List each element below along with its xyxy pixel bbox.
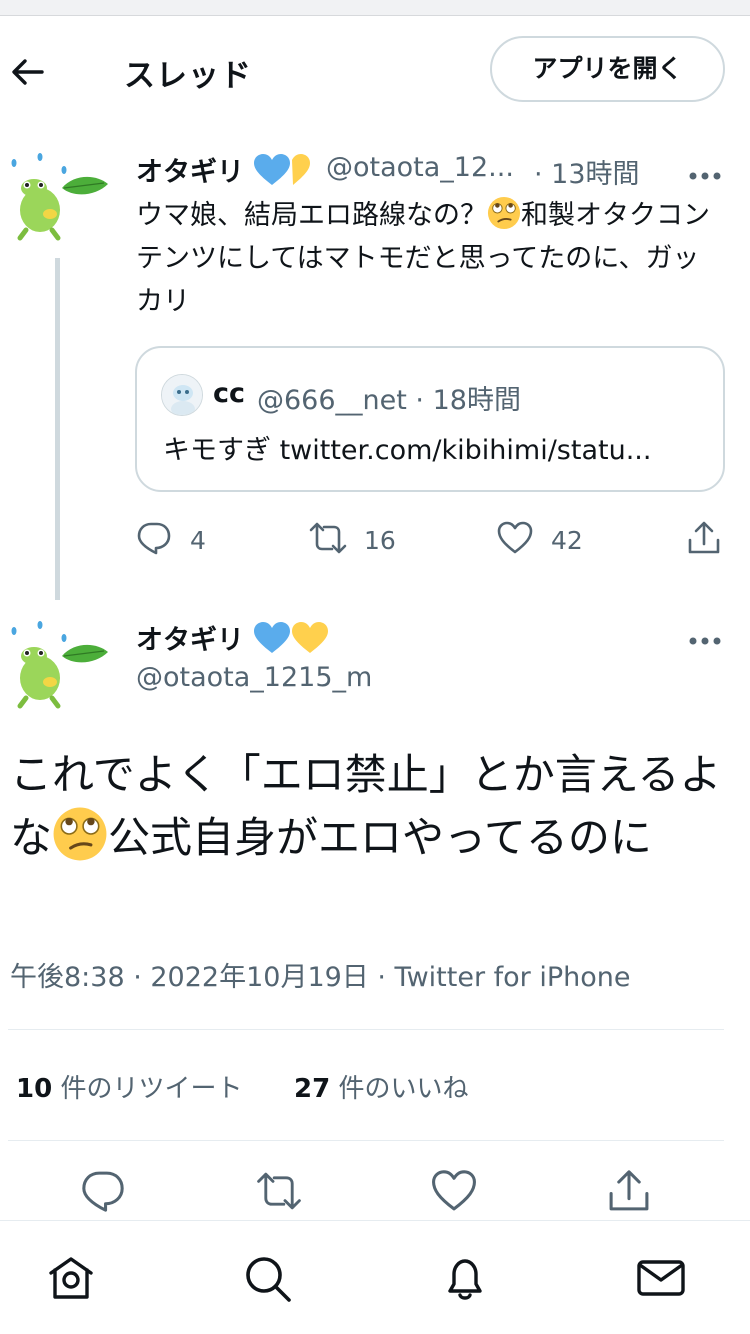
quoted-handle-time: @666__net · 18時間 [257,385,521,416]
page-title: スレッド [124,58,252,94]
nav-search[interactable] [240,1251,294,1305]
share-icon [688,521,720,554]
home-icon [49,1257,93,1299]
like-button[interactable] [431,1168,477,1214]
tweet2-text: これでよく「エロ禁止」とか言えるよな 公式自身がエロやってるのに [10,750,722,862]
top-strip [0,0,750,16]
tweet2-more-button[interactable] [688,631,722,645]
avatar[interactable] [8,618,108,718]
like-stat[interactable]: 27 件のいいね [294,1068,468,1105]
bell-icon [448,1259,482,1300]
retweet-icon [257,1172,301,1210]
reply-icon [137,522,171,555]
frog-avatar-icon [11,621,108,709]
thread-line [55,258,60,600]
yellow-heart-icon [292,622,329,653]
tweet1-author-name[interactable]: オタギリ [136,150,311,189]
search-icon [246,1257,291,1302]
quoted-author-name: cc [213,378,246,409]
blue-heart-icon [254,154,291,185]
back-button[interactable] [8,52,48,92]
divider [8,1140,724,1141]
tweet2-author-name[interactable]: オタギリ [136,618,329,657]
heart-icon [497,521,533,554]
frog-avatar-icon [11,153,108,241]
quoted-avatar [161,374,203,416]
like-count: 42 [551,526,583,555]
eye-roll-emoji-icon [487,196,521,230]
tweet1-more-button[interactable] [688,166,722,180]
avatar[interactable] [8,150,108,250]
mail-icon [637,1260,685,1296]
reply-count: 4 [190,526,206,555]
tweet1-text: ウマ娘、結局エロ路線なの？ 和製オタクコンテンツにしてはマトモだと思ってたのに、… [136,194,726,323]
bottom-nav [0,1220,750,1334]
quoted-avatar-icon [162,375,202,415]
share-button[interactable] [606,1168,652,1214]
header: スレッド アプリを開く [0,16,750,126]
quoted-tweet[interactable]: cc @666__net · 18時間 キモすぎ twitter.com/kib… [135,346,725,492]
reply-button[interactable] [80,1168,126,1214]
retweet-stat[interactable]: 10 件のリツイート [16,1068,242,1105]
retweet-button[interactable] [255,1168,301,1214]
arrow-left-icon [12,59,44,85]
quoted-text: キモすぎ twitter.com/kibihimi/statu... [163,435,652,466]
tweet1-handle[interactable]: @otaota_12... [326,152,514,183]
reply-icon [82,1171,124,1212]
tweet1-time[interactable]: · 13時間 [534,152,640,191]
divider [8,1029,724,1030]
yellow-heart-icon [292,154,311,185]
retweet-count: 16 [364,526,396,555]
more-dots-icon [689,172,721,180]
tweet2-meta[interactable]: 午後8:38 · 2022年10月19日 · Twitter for iPhon… [10,955,630,994]
blue-heart-icon [254,622,291,653]
retweet-icon [309,522,347,554]
more-dots-icon [689,637,721,645]
share-icon [609,1170,649,1211]
heart-icon [432,1170,476,1211]
nav-home[interactable] [44,1251,98,1305]
nav-notifications[interactable] [438,1251,492,1305]
nav-messages[interactable] [634,1251,688,1305]
tweet2-handle[interactable]: @otaota_1215_m [136,662,372,693]
open-app-button[interactable]: アプリを開く [490,36,725,102]
eye-roll-emoji-icon [53,807,107,861]
